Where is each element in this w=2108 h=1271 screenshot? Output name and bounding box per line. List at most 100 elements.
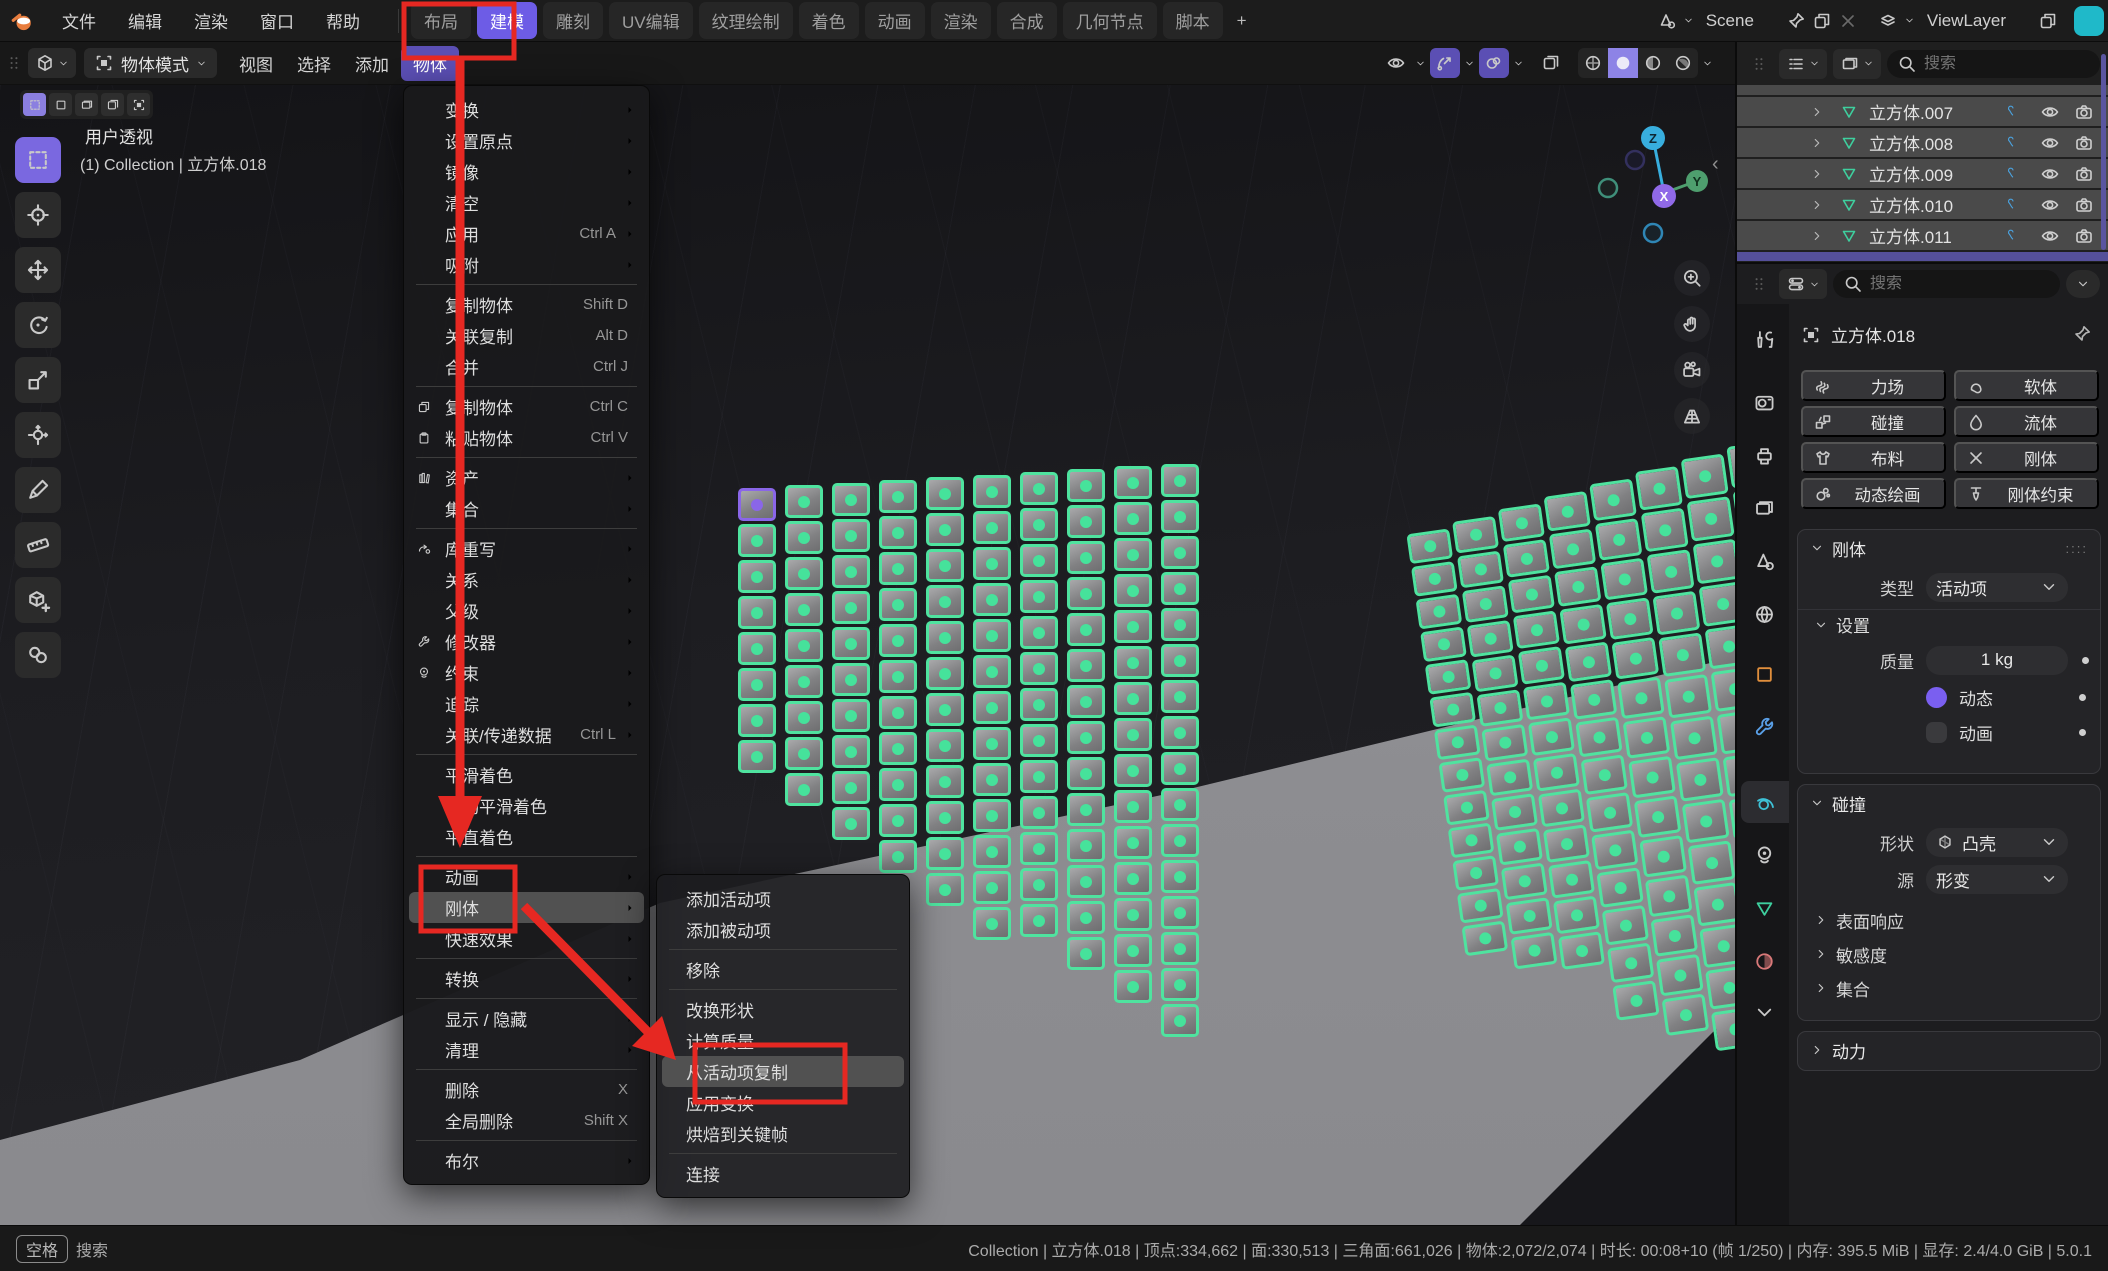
object-menu-item-父级[interactable]: 父级 <box>409 595 644 626</box>
object-menu-item-吸附[interactable]: 吸附 <box>409 249 644 280</box>
scene-icon[interactable] <box>1657 11 1677 31</box>
physics-button-流体[interactable]: 流体 <box>1954 406 2099 437</box>
physics-button-布料[interactable]: 布料 <box>1801 442 1946 473</box>
close-icon[interactable] <box>1838 11 1858 31</box>
add-workspace-button[interactable]: + <box>1229 5 1255 37</box>
move-tool[interactable] <box>15 247 61 293</box>
object-menu-item-动画[interactable]: 动画 <box>409 861 644 892</box>
rigidbody-submenu-item-移除[interactable]: 移除 <box>662 954 904 985</box>
shape-dropdown[interactable]: 凸壳 <box>1926 828 2068 857</box>
menu-2[interactable]: 渲染 <box>182 3 240 38</box>
camera-icon[interactable] <box>2074 164 2094 184</box>
physics-button-刚体[interactable]: 刚体 <box>1954 442 2099 473</box>
workspace-tab-几何节点[interactable]: 几何节点 <box>1063 2 1157 39</box>
outliner-filter-button[interactable] <box>1833 49 1881 79</box>
object-menu-item-平直着色[interactable]: 平直着色 <box>409 821 644 852</box>
outliner-object-name[interactable]: 立方体.010 <box>1869 192 2004 217</box>
object-menu-item-资产[interactable]: 资产 <box>409 462 644 493</box>
select-box-tool[interactable] <box>15 137 61 183</box>
outliner-row-立方体.007[interactable]: 立方体.007 <box>1737 97 2108 126</box>
outliner-object-name[interactable]: 立方体.008 <box>1869 130 2004 155</box>
overlays-toggle[interactable] <box>1479 48 1509 78</box>
workspace-tab-布局[interactable]: 布局 <box>411 2 471 39</box>
workspace-tab-动画[interactable]: 动画 <box>865 2 925 39</box>
outliner-row-立方体.006[interactable] <box>1737 85 2108 95</box>
rigidbody-submenu-item-添加被动项[interactable]: 添加被动项 <box>662 914 904 945</box>
grip-icon[interactable] <box>6 52 22 74</box>
viewlayer-name[interactable]: ViewLayer <box>1927 11 2006 31</box>
viewport-menu-添加[interactable]: 添加 <box>343 46 401 81</box>
collision-panel-header[interactable]: 碰撞 <box>1798 785 2100 821</box>
physics-button-碰撞[interactable]: 碰撞 <box>1801 406 1946 437</box>
workspace-tab-建模[interactable]: 建模 <box>477 2 537 39</box>
object-menu-item-清理[interactable]: 清理 <box>409 1034 644 1065</box>
object-menu-item-库重写[interactable]: 库重写 <box>409 533 644 564</box>
camera-view-button[interactable] <box>1674 352 1710 388</box>
object-menu-item-复制物体[interactable]: 复制物体Ctrl C <box>409 391 644 422</box>
object-menu-item-快速效果[interactable]: 快速效果 <box>409 923 644 954</box>
extras-tool[interactable] <box>15 632 61 678</box>
outliner-row-立方体.008[interactable]: 立方体.008 <box>1737 128 2108 157</box>
object-menu-item-自动平滑着色[interactable]: 自动平滑着色 <box>409 790 644 821</box>
ortho-toggle-button[interactable] <box>1674 398 1710 434</box>
mass-field[interactable]: 1 kg <box>1926 646 2068 675</box>
settings-subpanel-header[interactable]: 设置 <box>1798 609 2100 639</box>
drag-handle-icon[interactable]: :::: <box>2066 541 2088 556</box>
outliner-row[interactable] <box>1737 252 2108 261</box>
pin-icon[interactable] <box>1786 11 1806 31</box>
visibility-toggle[interactable] <box>1381 48 1411 78</box>
tab-view-layer[interactable] <box>1741 487 1787 529</box>
mode-selector[interactable]: 物体模式 <box>84 48 217 78</box>
viewport-menu-选择[interactable]: 选择 <box>285 46 343 81</box>
chevron-down-icon[interactable] <box>1464 58 1475 69</box>
scale-tool[interactable] <box>15 357 61 403</box>
select-mode-button-2[interactable] <box>75 93 98 116</box>
camera-icon[interactable] <box>2074 195 2094 215</box>
tab-modifiers[interactable] <box>1741 706 1787 748</box>
tab-object[interactable] <box>1741 653 1787 695</box>
select-mode-button-3[interactable] <box>101 93 124 116</box>
object-menu-item-显示 / 隐藏[interactable]: 显示 / 隐藏 <box>409 1003 644 1034</box>
object-menu-item-修改器[interactable]: 修改器 <box>409 626 644 657</box>
select-mode-button-4[interactable] <box>127 93 150 116</box>
tab-object-data[interactable] <box>1741 887 1787 929</box>
menu-3[interactable]: 窗口 <box>248 3 306 38</box>
rigidbody-submenu-item-改换形状[interactable]: 改换形状 <box>662 994 904 1025</box>
rendered-shading-button[interactable] <box>1668 48 1698 78</box>
chevron-down-icon[interactable] <box>1683 15 1694 26</box>
grip-icon[interactable] <box>1751 273 1767 295</box>
rigidbody-submenu-item-连接[interactable]: 连接 <box>662 1158 904 1189</box>
eye-icon[interactable] <box>2040 226 2060 246</box>
outliner-row-立方体.009[interactable]: 立方体.009 <box>1737 159 2108 188</box>
properties-search[interactable] <box>1833 270 2060 298</box>
workspace-tab-UV编辑[interactable]: UV编辑 <box>609 2 693 39</box>
workspace-tab-着色[interactable]: 着色 <box>799 2 859 39</box>
viewport-menu-视图[interactable]: 视图 <box>227 46 285 81</box>
editor-type-button[interactable] <box>28 48 76 78</box>
object-menu-item-布尔[interactable]: 布尔 <box>409 1145 644 1176</box>
object-menu-item-追踪[interactable]: 追踪 <box>409 688 644 719</box>
viewlayer-icon[interactable] <box>1878 11 1898 31</box>
eye-icon[interactable] <box>2040 195 2060 215</box>
tab-world[interactable] <box>1741 593 1787 635</box>
properties-options-button[interactable] <box>2066 270 2100 298</box>
rotate-tool[interactable] <box>15 302 61 348</box>
pin-icon[interactable] <box>2072 324 2092 344</box>
object-menu-item-变换[interactable]: 变换 <box>409 94 644 125</box>
outliner-object-name[interactable]: 立方体.007 <box>1869 99 2004 124</box>
camera-icon[interactable] <box>2074 226 2094 246</box>
eye-icon[interactable] <box>2040 164 2060 184</box>
rigidbody-submenu-item-添加活动项[interactable]: 添加活动项 <box>662 883 904 914</box>
object-menu-item-应用[interactable]: 应用Ctrl A <box>409 218 644 249</box>
chevron-right-icon[interactable] <box>1809 198 1825 212</box>
workspace-tab-雕刻[interactable]: 雕刻 <box>543 2 603 39</box>
animate-dot-icon[interactable] <box>2082 657 2089 664</box>
chevron-down-icon[interactable] <box>1415 58 1426 69</box>
measure-tool[interactable] <box>15 522 61 568</box>
menu-0[interactable]: 文件 <box>50 3 108 38</box>
tab-physics[interactable] <box>1741 781 1789 823</box>
tab-render[interactable] <box>1741 381 1787 423</box>
outliner-scrollbar[interactable] <box>2101 54 2106 250</box>
select-mode-button-1[interactable] <box>49 93 72 116</box>
zoom-button[interactable] <box>1674 260 1710 296</box>
